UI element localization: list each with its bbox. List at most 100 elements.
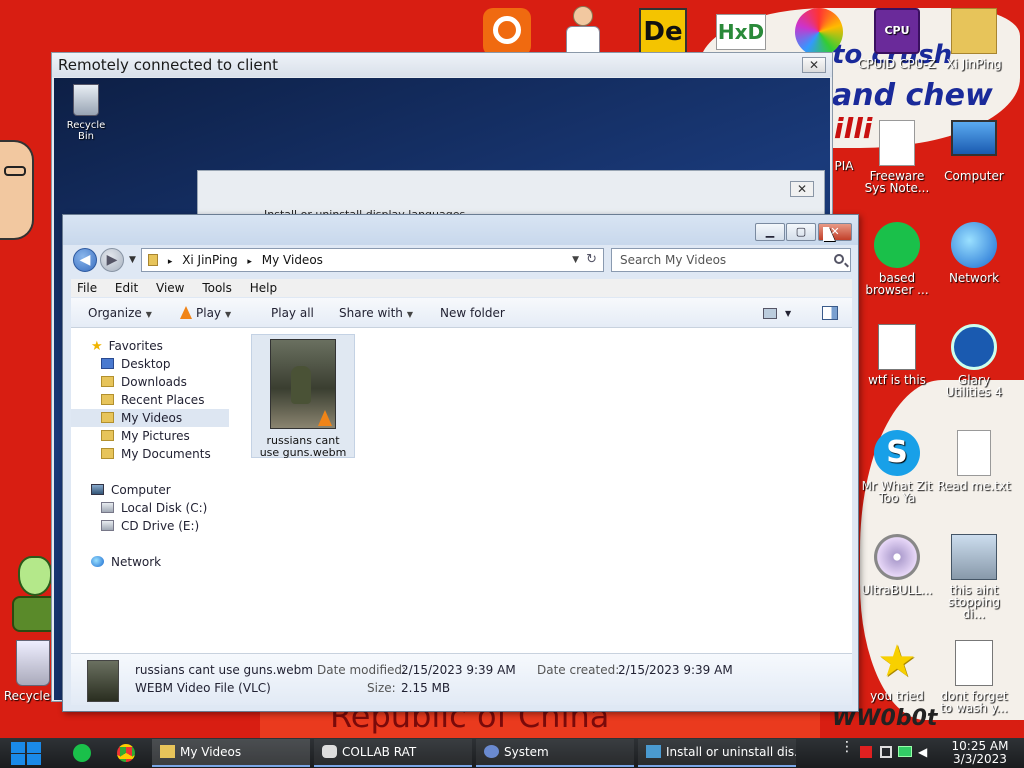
start-button[interactable] [8, 740, 44, 766]
clock[interactable]: 10:25 AM 3/3/2023 [938, 740, 1022, 766]
recycle-bin-icon [73, 84, 99, 116]
search-icon[interactable] [834, 254, 844, 264]
recent-pages-chevron-icon[interactable]: ▼ [129, 255, 136, 265]
maximize-button[interactable]: ▢ [786, 223, 816, 241]
play-button[interactable]: Play ▼ [180, 306, 231, 320]
preview-pane-icon[interactable] [822, 306, 838, 320]
nav-recent-places[interactable]: Recent Places [101, 391, 204, 409]
green-app-pin-icon[interactable] [70, 741, 96, 765]
flag-icon[interactable] [860, 746, 872, 758]
de-app-icon[interactable]: De [639, 8, 687, 56]
search-computer-icon [951, 534, 997, 580]
system-icon [484, 745, 499, 758]
menu-file[interactable]: File [77, 281, 97, 295]
desktop-icon-network[interactable]: Network [935, 222, 1013, 284]
recent-places-icon [101, 394, 114, 405]
desktop-icon-youtried[interactable]: ★ you tried [858, 640, 936, 703]
disc-icon [874, 534, 920, 580]
desktop-icon-wtf[interactable]: wtf is this [858, 324, 936, 386]
taskbar-item-system[interactable]: System [476, 739, 634, 767]
language-dialog-close-button[interactable]: ✕ [790, 181, 814, 197]
network-icon [91, 556, 104, 567]
menu-bar: File Edit View Tools Help [71, 279, 852, 297]
refresh-icon[interactable]: ↻ [586, 249, 597, 271]
documents-folder-icon [101, 448, 114, 459]
glary-icon [951, 324, 997, 370]
desktop-icon-ultrabull[interactable]: UltraBULL... [858, 534, 936, 596]
cd-drive-icon [101, 520, 114, 531]
change-view-icon[interactable] [763, 308, 777, 319]
taskbar-item-collab-rat[interactable]: COLLAB RAT [314, 739, 472, 767]
hxd-icon[interactable]: HxD [716, 14, 766, 50]
desktop-icon-dontforget[interactable]: dont forget to wash y... [935, 640, 1013, 714]
desktop-icon-mrwhat[interactable]: S Mr What Zit Too Ya [858, 430, 936, 504]
colorful-app-icon[interactable] [795, 8, 843, 56]
organize-button[interactable]: Organize ▼ [88, 306, 152, 320]
chrome-icon[interactable] [114, 741, 140, 765]
menu-help[interactable]: Help [250, 281, 277, 295]
computer-icon [951, 120, 997, 156]
taskbar-item-install-languages[interactable]: Install or uninstall dis... [638, 739, 796, 767]
details-file-name: russians cant use guns.webm [135, 663, 313, 677]
share-with-button[interactable]: Share with ▼ [339, 306, 413, 320]
calendar-document-icon [878, 324, 916, 370]
remote-recycle-bin[interactable]: Recycle Bin [58, 84, 114, 142]
nav-favorites[interactable]: ★ Favorites [91, 337, 163, 355]
desktop-icon-readme[interactable]: Read me.txt [935, 430, 1013, 492]
play-all-button[interactable]: Play all [271, 306, 314, 320]
vlc-cone-icon [180, 306, 192, 319]
back-arrow-icon[interactable]: ◀ [73, 248, 97, 272]
chevron-down-icon: ▼ [406, 310, 414, 319]
desktop-icon-xijinping[interactable]: Xi JinPing [935, 8, 1013, 70]
desktop-icon-computer[interactable]: Computer [935, 120, 1013, 182]
nav-network[interactable]: Network [91, 553, 161, 571]
volume-icon[interactable]: ◀ [918, 746, 930, 758]
search-input[interactable]: Search My Videos [611, 248, 851, 272]
security-icon[interactable] [880, 746, 892, 758]
computer-icon [91, 484, 104, 495]
nav-my-documents[interactable]: My Documents [101, 445, 211, 463]
nav-desktop[interactable]: Desktop [101, 355, 171, 373]
size-value: 2.15 MB [401, 681, 451, 695]
date-created-label: Date created: [537, 663, 620, 677]
desktop-icon-cpuz[interactable]: CPU CPUID CPU-Z [858, 8, 936, 70]
overflow-menu-icon[interactable]: ⋮ [840, 740, 854, 754]
details-thumbnail [87, 660, 119, 702]
menu-edit[interactable]: Edit [115, 281, 138, 295]
system-tray: ⋮ ◀ 10:25 AM 3/3/2023 [834, 738, 1024, 768]
details-pane: russians cant use guns.webm WEBM Video F… [71, 653, 852, 705]
nav-my-videos[interactable]: My Videos [71, 409, 229, 427]
menu-tools[interactable]: Tools [202, 281, 232, 295]
taskbar: My Videos COLLAB RAT System Install or u… [0, 738, 1024, 768]
file-item[interactable]: russians cant use guns.webm [251, 334, 355, 459]
address-bar[interactable]: ▸ Xi JinPing ▸ My Videos ▼ ↻ [141, 248, 604, 272]
view-options-chevron-icon[interactable]: ▼ [785, 309, 791, 318]
minimize-button[interactable]: ▁ [755, 223, 785, 241]
doctor-icon[interactable] [562, 6, 604, 56]
nav-downloads[interactable]: Downloads [101, 373, 187, 391]
remote-close-button[interactable]: ✕ [802, 57, 826, 73]
nav-my-pictures[interactable]: My Pictures [101, 427, 190, 445]
nav-computer[interactable]: Computer [91, 481, 171, 499]
address-dropdown-icon[interactable]: ▼ [572, 249, 579, 271]
new-folder-button[interactable]: New folder [440, 306, 505, 320]
desktop-icon-glary[interactable]: Glary Utilities 4 [935, 324, 1013, 398]
address-segment-user[interactable]: Xi JinPing [182, 253, 237, 267]
desktop-icon-freeware[interactable]: Freeware Sys Note... [858, 120, 936, 194]
downloads-folder-icon [101, 376, 114, 387]
nav-cd-drive[interactable]: CD Drive (E:) [101, 517, 199, 535]
menu-view[interactable]: View [156, 281, 184, 295]
forward-arrow-icon[interactable]: ▶ [100, 248, 124, 272]
details-file-type: WEBM Video File (VLC) [135, 681, 271, 695]
explorer-caption-bar[interactable]: ▁ ▢ ✕ [63, 215, 858, 245]
nav-local-disk[interactable]: Local Disk (C:) [101, 499, 207, 517]
taskbar-item-my-videos[interactable]: My Videos [152, 739, 310, 767]
desktop-icon-thisaint[interactable]: this aint stopping di... [935, 534, 1013, 620]
video-thumbnail [270, 339, 336, 429]
green-browser-icon [874, 222, 920, 268]
address-segment-videos[interactable]: My Videos [262, 253, 323, 267]
desktop-icon-based[interactable]: based browser ... [858, 222, 936, 296]
explorer-nav-bar: ◀ ▶ ▼ ▸ Xi JinPing ▸ My Videos ▼ ↻ Searc… [63, 245, 858, 277]
network-tray-icon[interactable] [898, 746, 912, 757]
avast-icon[interactable] [483, 8, 531, 56]
